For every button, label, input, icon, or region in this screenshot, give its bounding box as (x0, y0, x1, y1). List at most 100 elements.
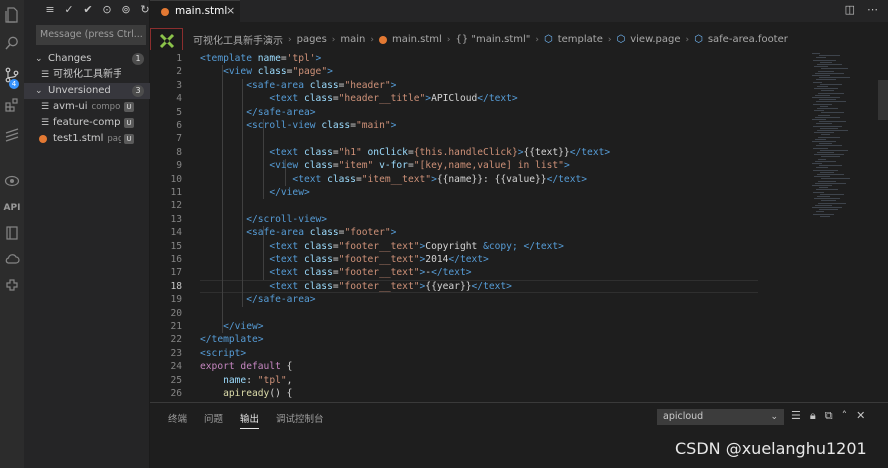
code-token: {this.handleClick} (413, 146, 518, 158)
minimap-line (816, 167, 828, 169)
code-token: {{year}} (425, 280, 472, 292)
code-token: : (246, 374, 258, 386)
line-number: 17 (170, 267, 182, 279)
code-line: </template> (200, 333, 264, 346)
commit-icon[interactable]: ⊚ (120, 3, 132, 19)
list-icon[interactable]: ≡ (44, 3, 56, 19)
code-token: class (327, 173, 356, 185)
breadcrumb-item[interactable]: template (558, 34, 603, 45)
update-icon[interactable]: ⊙ (101, 3, 113, 19)
minimap-line (819, 121, 846, 123)
code-token: > (390, 227, 397, 239)
code-token: () { (269, 388, 293, 399)
minimap-line (818, 70, 834, 72)
files-icon[interactable] (3, 6, 21, 24)
code-token: > (390, 79, 397, 91)
list-item[interactable]: test1.stmlpag... U (24, 131, 150, 147)
tab-debug-console[interactable]: 调试控制台 (276, 411, 324, 429)
chevron-right-icon: › (685, 34, 690, 45)
minimap-line (816, 123, 832, 125)
editor-tab-bar: main.stml × ◫ ⋯ (150, 0, 888, 22)
line-number: 26 (170, 388, 182, 399)
search-icon[interactable] (3, 34, 21, 52)
list-item[interactable]: ☰ feature-comp... U (24, 115, 150, 131)
breadcrumb-item[interactable]: 可视化工具新手演示 (193, 32, 283, 47)
minimap-line (821, 156, 840, 158)
plugin-icon[interactable] (3, 276, 21, 294)
code-token: </text> (448, 254, 489, 265)
close-icon[interactable]: ✕ (856, 409, 865, 423)
list-item[interactable]: ☰ 可视化工具新手演... (24, 67, 150, 83)
code-editor[interactable]: 1 2 3 4 5 6 7 8 9 10 11 12 13 14 15 16 17 18 19 20 21 22 23 24 2… (150, 50, 888, 402)
copy-icon[interactable]: ⧉ (825, 409, 833, 423)
file-desc: pag... (107, 134, 121, 144)
minimap-line (818, 202, 846, 204)
code-token: 2014 (425, 254, 449, 265)
tab-main-stml[interactable]: main.stml × (150, 0, 240, 22)
code-token: class (303, 240, 333, 252)
code-line: </view> (200, 186, 309, 199)
code-token: {{text}} (523, 146, 570, 158)
unversioned-group[interactable]: ⌄ Unversioned 3 (24, 83, 150, 99)
output-channel-select[interactable]: apicloud ⌄ (657, 409, 784, 425)
book-icon[interactable] (3, 224, 21, 242)
code-line: <view class="page"> (200, 65, 333, 78)
code-token: v-for (379, 160, 408, 172)
minimap-line (814, 198, 840, 200)
code-token: , (286, 374, 293, 386)
scrollbar[interactable] (878, 80, 888, 120)
layers-icon[interactable] (3, 126, 21, 144)
code-line: </view> (200, 320, 263, 333)
tab-label: main.stml (175, 5, 228, 17)
minimap-line (821, 90, 834, 92)
breadcrumb-item[interactable]: safe-area.footer (708, 34, 788, 45)
minimap-line (821, 200, 836, 202)
line-number: 18 (170, 280, 182, 292)
minimap-line (819, 187, 828, 189)
minimap-line (820, 61, 832, 63)
minimap-line (816, 79, 836, 81)
code-line: <text class="footer__text">{{year}}</tex… (200, 280, 512, 293)
tab-problems[interactable]: 问题 (204, 411, 223, 429)
code-line: name: "tpl", (200, 374, 292, 387)
line-number: 13 (170, 213, 182, 225)
line-number: 5 (176, 106, 182, 118)
line-number: 11 (170, 187, 182, 198)
code-token: </text> (471, 280, 512, 292)
minimap-line (817, 152, 834, 153)
breadcrumb-item[interactable]: pages (297, 34, 327, 45)
breadcrumb-item[interactable]: main.stml (392, 34, 442, 45)
breadcrumb-bar: 可视化工具新手演示 › pages › main › main.stml › {… (150, 28, 888, 53)
check-icon[interactable]: ✓ (63, 3, 75, 19)
code-line: <text class="footer__text">Copyright &co… (200, 240, 564, 253)
commit-message-input[interactable]: Message (press Ctrl... (36, 25, 146, 45)
clear-output-icon[interactable]: ☰ (791, 409, 801, 423)
minimap[interactable] (808, 50, 878, 250)
line-number: 20 (170, 307, 182, 319)
minimap-line (812, 97, 840, 98)
lock-icon[interactable]: 🔒︎ (810, 409, 816, 423)
code-line: </safe-area> (200, 293, 315, 306)
list-item[interactable]: ☰ avm-uicompo... U (24, 99, 150, 115)
breadcrumb-item[interactable]: main (340, 34, 365, 45)
more-icon[interactable]: ⋯ (867, 3, 878, 16)
maximize-icon[interactable]: ˄ (842, 409, 848, 423)
check-all-icon[interactable]: ✔ (82, 3, 94, 19)
extensions-icon[interactable] (3, 96, 21, 114)
changes-group[interactable]: ⌄ Changes 1 (24, 51, 150, 67)
api-icon[interactable]: API (3, 199, 21, 217)
minimap-line (812, 53, 820, 54)
breadcrumb-item[interactable]: {} "main.stml" (455, 34, 530, 45)
tab-output[interactable]: 输出 (240, 411, 260, 429)
breadcrumb-item[interactable]: view.page (630, 34, 680, 45)
line-number: 1 (176, 53, 182, 64)
preview-icon[interactable] (3, 172, 21, 190)
close-icon[interactable]: × (226, 4, 235, 17)
minimap-line (821, 134, 830, 136)
minimap-line (819, 77, 850, 79)
cloud-icon[interactable] (3, 250, 21, 268)
tab-terminal[interactable]: 终端 (168, 411, 187, 429)
minimap-line (818, 180, 836, 182)
split-editor-icon[interactable]: ◫ (845, 3, 855, 16)
